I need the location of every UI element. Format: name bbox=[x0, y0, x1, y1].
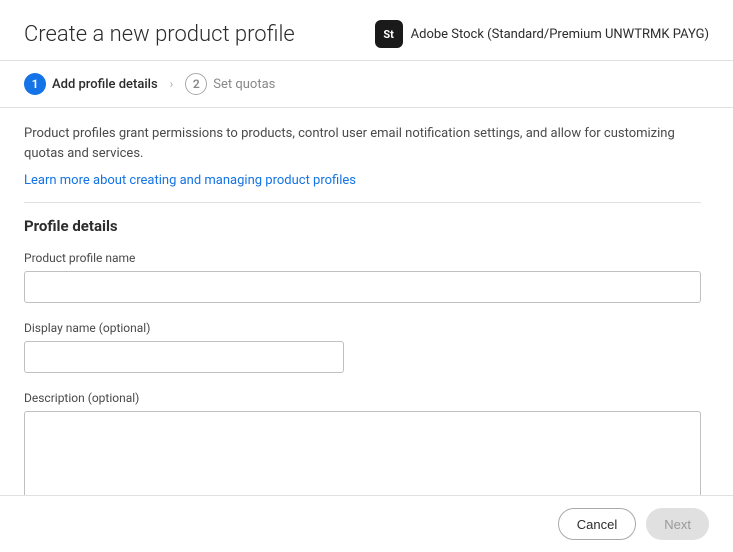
step-2-label: Set quotas bbox=[213, 77, 275, 92]
modal-header: Create a new product profile St Adobe St… bbox=[0, 0, 733, 61]
content-area: Product profiles grant permissions to pr… bbox=[24, 124, 709, 479]
step-2-number: 2 bbox=[185, 73, 207, 95]
product-profile-name-field: Product profile name bbox=[24, 251, 701, 303]
product-icon: St bbox=[375, 20, 403, 48]
steps-bar: 1 Add profile details › 2 Set quotas bbox=[0, 61, 733, 108]
step-1-label: Add profile details bbox=[52, 77, 158, 92]
section-divider bbox=[24, 202, 701, 203]
display-name-field: Display name (optional) bbox=[24, 321, 701, 373]
info-text: Product profiles grant permissions to pr… bbox=[24, 124, 701, 163]
next-button[interactable]: Next bbox=[646, 508, 709, 540]
modal-title: Create a new product profile bbox=[24, 22, 295, 47]
description-label: Description (optional) bbox=[24, 391, 701, 405]
step-1-number: 1 bbox=[24, 73, 46, 95]
profile-details-title: Profile details bbox=[24, 217, 701, 235]
product-badge: St Adobe Stock (Standard/Premium UNWTRMK… bbox=[375, 20, 709, 48]
step-2: 2 Set quotas bbox=[185, 73, 275, 95]
create-product-profile-modal: Create a new product profile St Adobe St… bbox=[0, 0, 733, 552]
product-profile-name-input[interactable] bbox=[24, 271, 701, 303]
modal-footer: Cancel Next bbox=[0, 495, 733, 552]
learn-more-link[interactable]: Learn more about creating and managing p… bbox=[24, 173, 356, 188]
steps-chevron: › bbox=[170, 77, 174, 91]
product-name: Adobe Stock (Standard/Premium UNWTRMK PA… bbox=[411, 27, 709, 42]
product-profile-name-label: Product profile name bbox=[24, 251, 701, 265]
display-name-input[interactable] bbox=[24, 341, 344, 373]
modal-body: Product profiles grant permissions to pr… bbox=[0, 108, 733, 495]
description-input[interactable] bbox=[24, 411, 701, 495]
display-name-label: Display name (optional) bbox=[24, 321, 701, 335]
cancel-button[interactable]: Cancel bbox=[558, 508, 636, 540]
description-field: Description (optional) bbox=[24, 391, 701, 495]
step-1: 1 Add profile details bbox=[24, 73, 158, 95]
